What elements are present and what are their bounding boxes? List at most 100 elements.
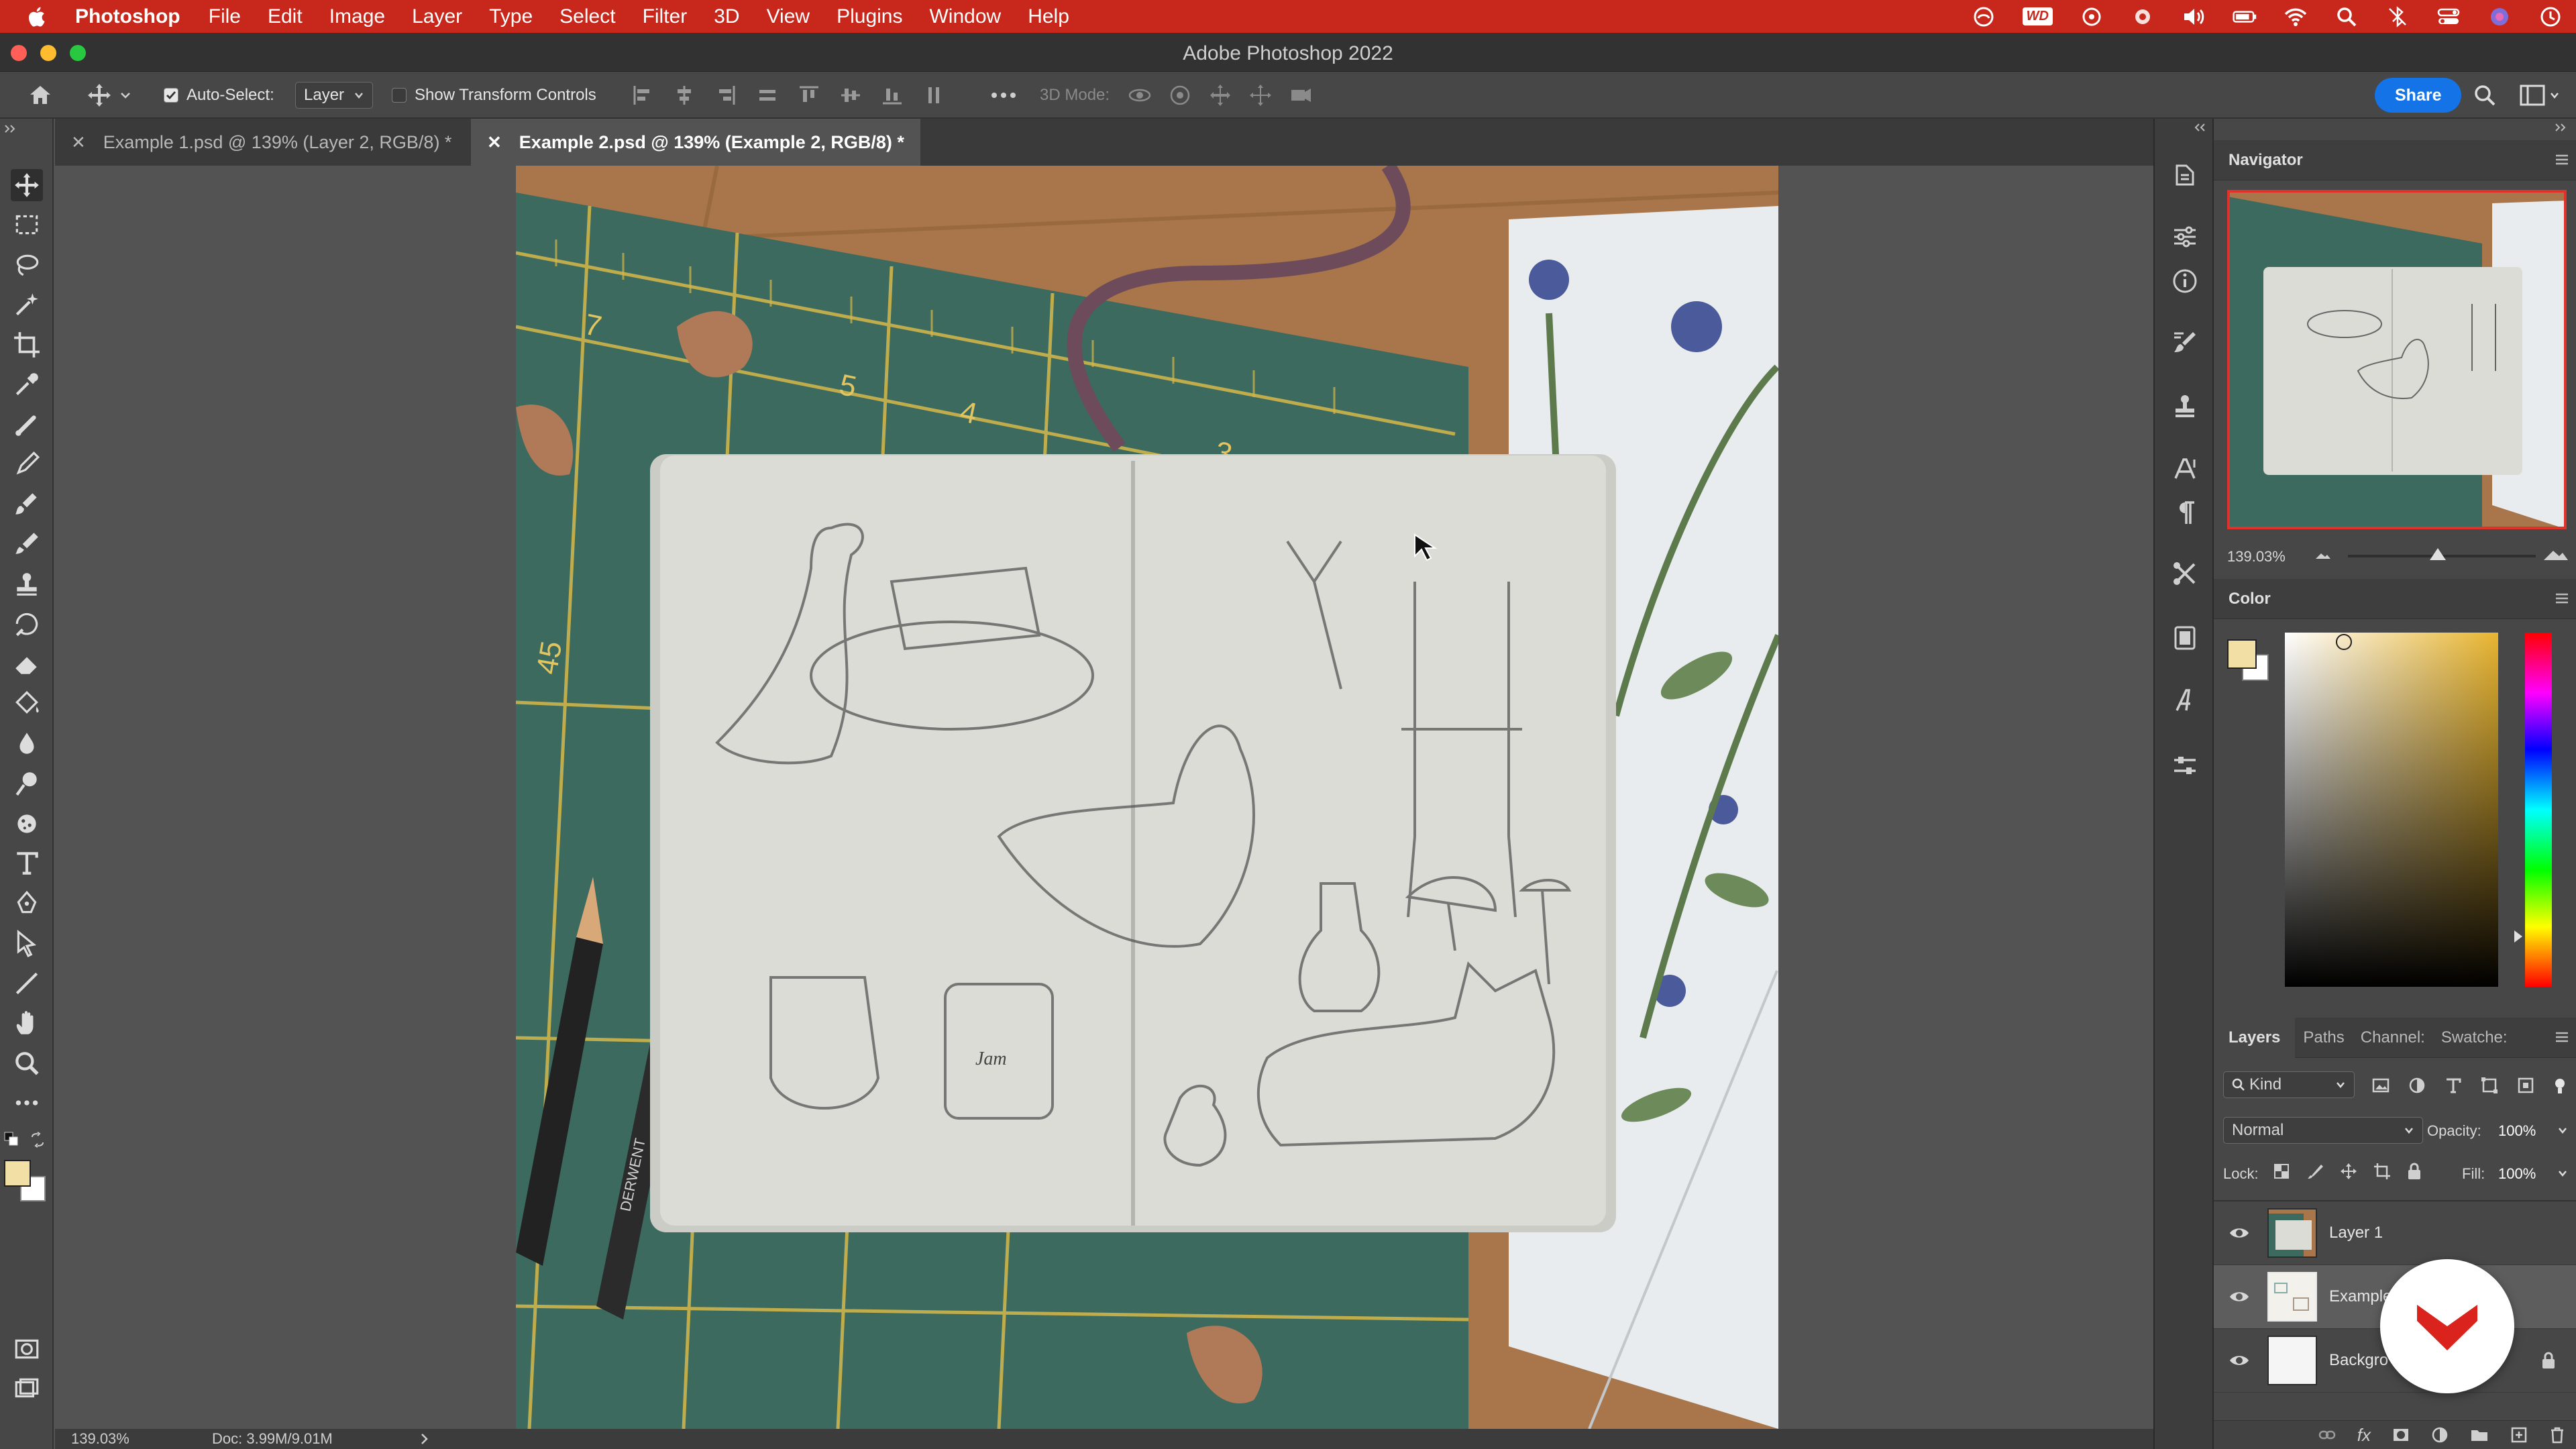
close-tab-icon[interactable]: ✕	[487, 132, 502, 153]
wifi-icon[interactable]	[2284, 6, 2308, 28]
link-layers-icon[interactable]	[2318, 1430, 2336, 1440]
align-bottom-edges-icon[interactable]	[880, 83, 904, 107]
layer-row[interactable]: Layer 1	[2214, 1201, 2576, 1265]
wd-drive-icon[interactable]: WD	[2022, 7, 2053, 25]
align-horizontal-centers-icon[interactable]	[672, 83, 696, 107]
glyphs-panel-icon[interactable]	[2170, 686, 2200, 716]
menu-edit[interactable]: Edit	[268, 5, 303, 28]
eye-icon[interactable]	[2229, 1289, 2250, 1304]
panel-menu-icon[interactable]	[2555, 1031, 2569, 1043]
hue-slider-marker[interactable]	[2514, 930, 2522, 943]
auto-select-option[interactable]: Auto-Select:	[164, 72, 274, 119]
swap-colors-button[interactable]	[30, 1132, 46, 1151]
menu-type[interactable]: Type	[489, 5, 533, 28]
healing-brush-tool[interactable]	[11, 409, 43, 441]
lock-image-pixels-icon[interactable]	[2306, 1163, 2324, 1180]
menu-view[interactable]: View	[767, 5, 810, 28]
panel-menu-icon[interactable]	[2555, 154, 2569, 166]
info-panel-icon[interactable]	[2170, 266, 2200, 296]
zoom-in-mountain-icon[interactable]	[2542, 547, 2569, 561]
auto-select-checkbox[interactable]	[164, 88, 178, 103]
fill-value[interactable]: 100%	[2498, 1165, 2536, 1183]
bluetooth-off-icon[interactable]	[2385, 5, 2410, 28]
navigator-panel-header[interactable]: Navigator	[2214, 140, 2576, 180]
clone-source-panel-icon[interactable]	[2170, 392, 2200, 422]
move-tool-preset[interactable]	[86, 72, 131, 119]
mixer-brush-tool[interactable]	[11, 528, 43, 560]
marquee-tool[interactable]	[11, 209, 43, 241]
volume-icon[interactable]	[2182, 6, 2206, 28]
zoom-tool[interactable]	[11, 1047, 43, 1079]
menu-help[interactable]: Help	[1028, 5, 1069, 28]
lock-transparent-pixels-icon[interactable]	[2273, 1163, 2290, 1180]
layer-style-fx-icon[interactable]: fx	[2357, 1425, 2371, 1446]
sponge-tool[interactable]	[11, 808, 43, 840]
align-right-edges-icon[interactable]	[714, 83, 738, 107]
roll-3d-icon[interactable]	[1167, 83, 1193, 108]
blur-tool[interactable]	[11, 728, 43, 760]
character-panel-icon[interactable]	[2170, 454, 2200, 484]
scale-3d-icon[interactable]	[1288, 83, 1313, 108]
collapse-panel-icon[interactable]	[2192, 123, 2207, 132]
creative-cloud-icon[interactable]	[1972, 6, 1996, 28]
apple-icon[interactable]	[25, 5, 50, 29]
close-tab-icon[interactable]: ✕	[71, 132, 86, 153]
menu-3d[interactable]: 3D	[714, 5, 739, 28]
menu-image[interactable]: Image	[329, 5, 385, 28]
chevron-down-icon[interactable]	[2557, 1168, 2568, 1179]
eye-icon[interactable]	[2229, 1226, 2250, 1240]
color-picker-handle[interactable]	[2336, 634, 2352, 650]
add-mask-icon[interactable]	[2392, 1428, 2410, 1442]
chevron-right-icon[interactable]	[420, 1433, 429, 1445]
properties-panel-icon[interactable]	[2170, 751, 2200, 780]
default-colors-button[interactable]	[4, 1132, 19, 1150]
color-foreground-swatch[interactable]	[2227, 639, 2257, 669]
sync-icon[interactable]	[2080, 6, 2104, 28]
clock-icon[interactable]	[2538, 6, 2563, 28]
menu-file[interactable]: File	[209, 5, 241, 28]
filter-shape-icon[interactable]	[2481, 1077, 2498, 1094]
search-button[interactable]	[2473, 72, 2497, 119]
align-left-edges-icon[interactable]	[631, 83, 655, 107]
brush-tool[interactable]	[11, 448, 43, 480]
color-saturation-field[interactable]	[2285, 633, 2498, 987]
spotlight-search-icon[interactable]	[2334, 6, 2359, 28]
canvas-area[interactable]: 7 5 4 3 45 DERWENT Jam	[55, 166, 2153, 1429]
menu-filter[interactable]: Filter	[643, 5, 688, 28]
tool-presets-panel-icon[interactable]	[2170, 559, 2200, 588]
filter-smart-object-icon[interactable]	[2517, 1077, 2534, 1094]
pen-tool[interactable]	[11, 888, 43, 920]
navigator-preview[interactable]	[2227, 190, 2567, 529]
menu-select[interactable]: Select	[559, 5, 615, 28]
eye-icon[interactable]	[2229, 1353, 2250, 1368]
document-image[interactable]: 7 5 4 3 45 DERWENT Jam	[516, 166, 1778, 1429]
adjustments-panel-icon[interactable]	[2170, 222, 2200, 252]
paragraph-panel-icon[interactable]	[2170, 498, 2200, 528]
tab-paths[interactable]: Paths	[2295, 1028, 2352, 1047]
expand-panel-icon[interactable]	[4, 124, 19, 133]
filter-toggle-icon[interactable]	[2553, 1077, 2567, 1094]
menu-plugins[interactable]: Plugins	[837, 5, 902, 28]
hue-slider[interactable]	[2514, 633, 2552, 987]
path-selection-tool[interactable]	[11, 927, 43, 959]
lock-all-icon[interactable]	[2407, 1163, 2422, 1180]
home-button[interactable]	[27, 72, 54, 119]
auto-select-target-dropdown[interactable]: Layer	[295, 82, 374, 109]
magic-wand-tool[interactable]	[11, 288, 43, 321]
stamp-tool[interactable]	[11, 568, 43, 600]
type-tool[interactable]	[11, 847, 43, 879]
paint-bucket-tool[interactable]	[11, 688, 43, 720]
menu-photoshop[interactable]: Photoshop	[75, 5, 180, 28]
edit-toolbar-button[interactable]	[11, 1087, 43, 1119]
lock-artboard-icon[interactable]	[2373, 1163, 2391, 1180]
menu-layer[interactable]: Layer	[412, 5, 462, 28]
battery-icon[interactable]	[2233, 6, 2257, 28]
eyedropper-tool[interactable]	[11, 368, 43, 400]
layer-name[interactable]: Example	[2329, 1287, 2392, 1306]
control-center-icon[interactable]	[2436, 6, 2461, 28]
filter-pixel-icon[interactable]	[2372, 1077, 2390, 1094]
foreground-color-swatch[interactable]	[4, 1160, 31, 1187]
libraries-panel-icon[interactable]	[2170, 623, 2200, 653]
tab-layers[interactable]: Layers	[2214, 1017, 2296, 1058]
distribute-vertical-icon[interactable]	[755, 83, 780, 107]
